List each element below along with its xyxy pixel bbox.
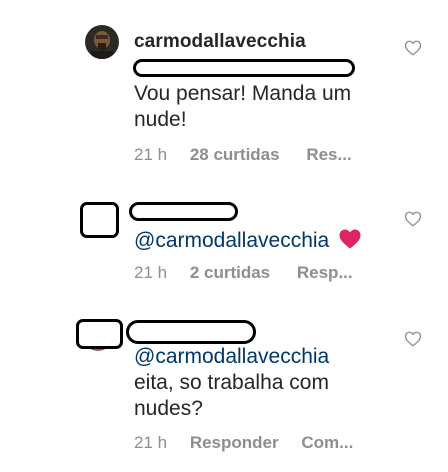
redaction-mark	[126, 320, 256, 344]
comment-text-line-1: Vou pensar! Manda um	[134, 82, 352, 105]
comment-text: Vou pensar! Manda um nude!	[134, 81, 394, 133]
comment-time: 21 h	[134, 263, 168, 282]
mention-link[interactable]: @carmodallavecchia	[134, 229, 329, 252]
comment-2: @carmodallavecchia 21 h 2 curtidas Resp.…	[0, 175, 448, 300]
reply-button[interactable]: Responder	[190, 433, 279, 453]
red-heart-emoji	[339, 229, 361, 249]
heart-outline-icon[interactable]	[404, 330, 422, 348]
more-button[interactable]: Com...	[301, 433, 353, 453]
comment-meta: 21 h 28 curtidas Res...	[134, 145, 352, 165]
avatar[interactable]	[85, 25, 119, 59]
reply-button[interactable]: Resp...	[297, 263, 353, 283]
comment-text-line-2: nudes?	[134, 397, 203, 420]
comment-1: carmodallavecchia Vou pensar! Manda um n…	[0, 0, 448, 175]
comment-time: 21 h	[134, 433, 168, 452]
comment-username[interactable]: carmodallavecchia	[134, 31, 306, 53]
avatar-redacted	[76, 319, 123, 349]
mention-link[interactable]: @carmodallavecchia	[134, 344, 394, 370]
comment-meta: 21 h 2 curtidas Resp...	[134, 263, 353, 283]
heart-outline-icon[interactable]	[404, 210, 422, 228]
likes-count-button[interactable]: 28 curtidas	[190, 145, 280, 165]
likes-count-button[interactable]: 2 curtidas	[190, 263, 270, 283]
comment-text: @carmodallavecchia	[134, 227, 394, 254]
comment-text-line-1: eita, so trabalha com	[134, 371, 329, 394]
redaction-mark	[133, 59, 355, 77]
comment-text-line-2: nude!	[134, 108, 187, 131]
avatar-image	[85, 25, 119, 59]
redaction-mark	[129, 202, 238, 221]
avatar-redacted	[80, 202, 119, 238]
comment-time: 21 h	[134, 145, 168, 164]
comment-text: @carmodallavecchia eita, so trabalha com…	[134, 344, 394, 422]
reply-button[interactable]: Res...	[306, 145, 351, 165]
comment-3: @carmodallavecchia eita, so trabalha com…	[0, 300, 448, 472]
heart-outline-icon[interactable]	[404, 39, 422, 57]
comment-meta: 21 h Responder Com...	[134, 433, 353, 453]
